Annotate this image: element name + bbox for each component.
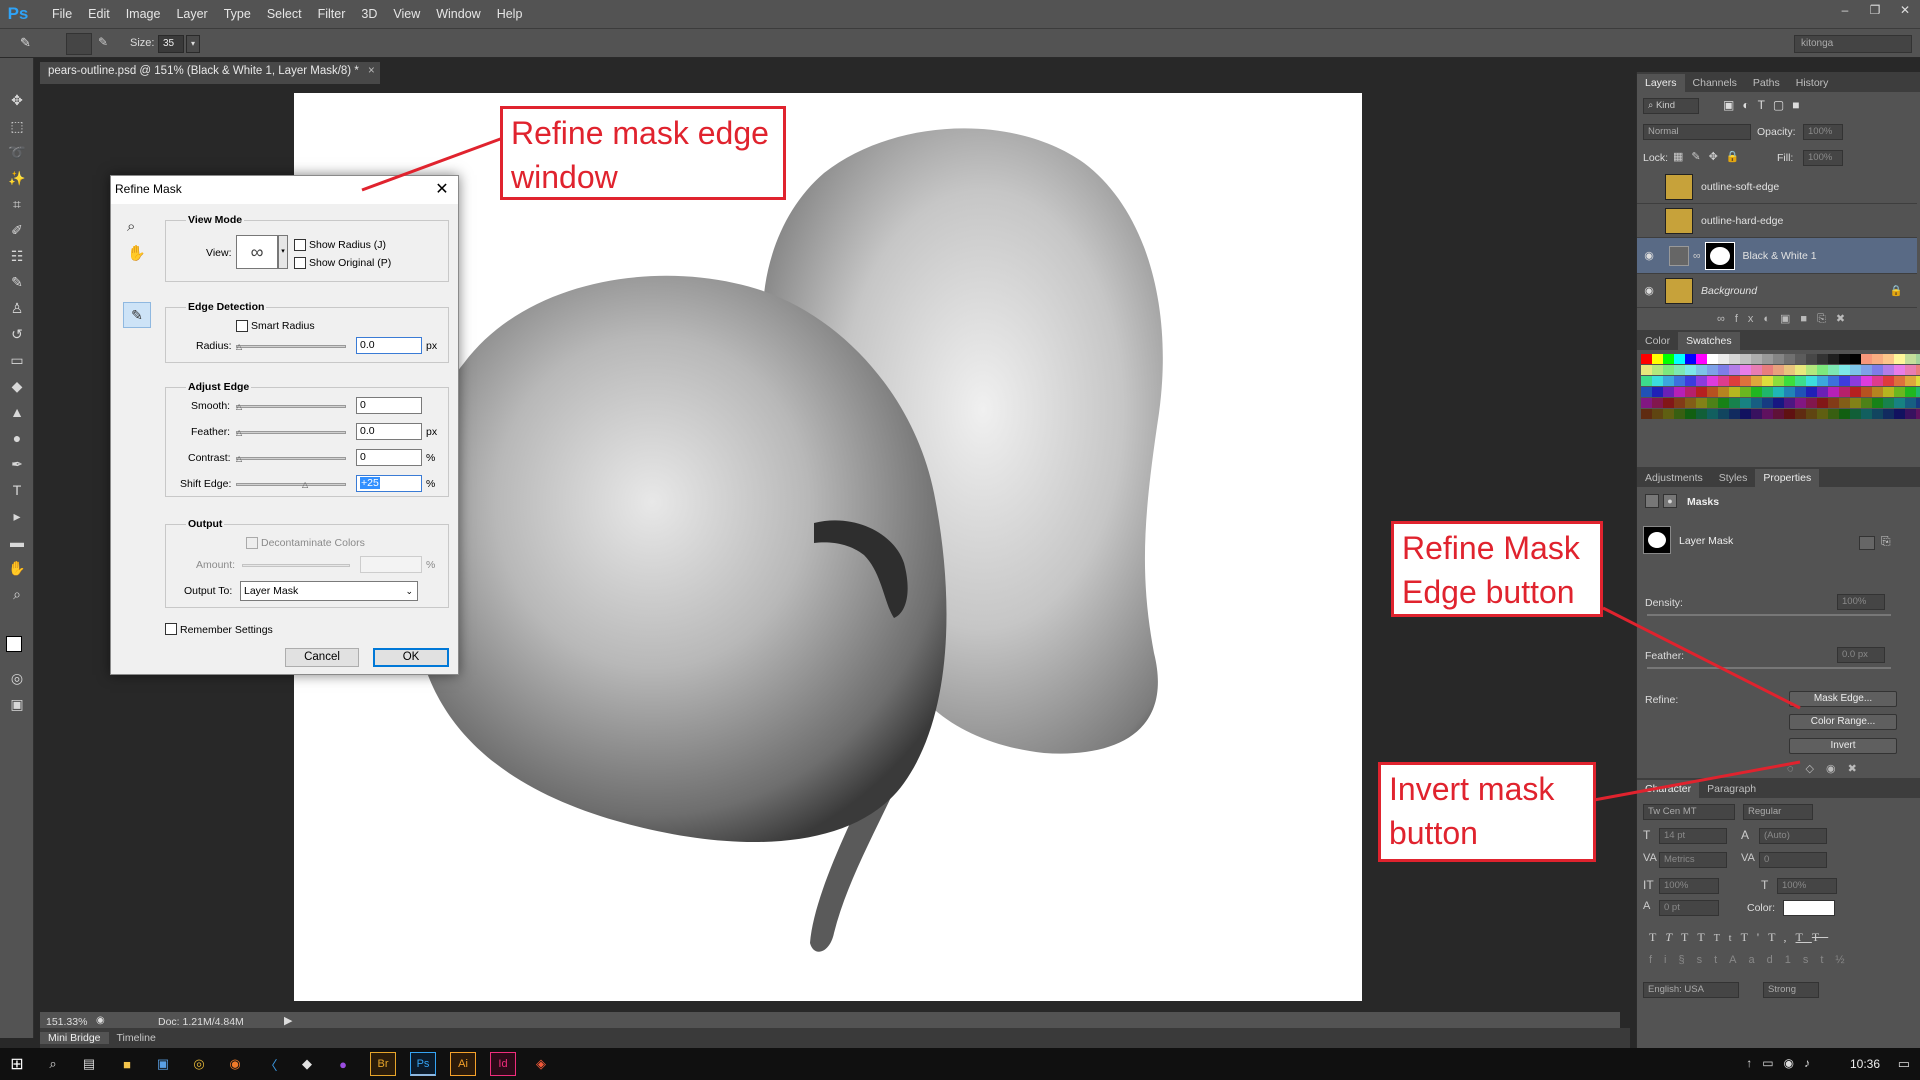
media-icon[interactable]: ● [330,1052,356,1076]
start-icon[interactable]: ⊞ [4,1052,30,1076]
store-icon[interactable]: ▣ [150,1052,176,1076]
vscode-icon[interactable]: 〈 [258,1052,284,1076]
windows-taskbar: ⊞ ⌕ ▤ ■ ▣ ◎ ◉ 〈 ◆ ● Br Ps Ai Id ◈ ↑▭◉♪ 1… [0,1048,1920,1080]
callout-refine-window: Refine mask edge window [500,106,786,200]
task-view-icon[interactable]: ▤ [76,1052,102,1076]
clock[interactable]: 10:36 [1850,1057,1880,1071]
figma-icon[interactable]: ◈ [528,1052,554,1076]
notification-icon[interactable]: ▭ [1898,1056,1910,1072]
chrome-icon[interactable]: ◎ [186,1052,212,1076]
firefox-icon[interactable]: ◉ [222,1052,248,1076]
illustrator-icon[interactable]: Ai [450,1052,476,1076]
callout-refine-button: Refine Mask Edge button [1391,521,1603,617]
callout-invert-button: Invert mask button [1378,762,1596,862]
file-explorer-icon[interactable]: ■ [114,1052,140,1076]
bridge-icon[interactable]: Br [370,1052,396,1076]
sourcetree-icon[interactable]: ◆ [294,1052,320,1076]
annotation-arrows [361,136,1801,802]
indesign-icon[interactable]: Id [490,1052,516,1076]
tray-icons[interactable]: ↑▭◉♪ [1746,1056,1820,1070]
search-icon[interactable]: ⌕ [40,1052,66,1076]
photoshop-taskbar-icon[interactable]: Ps [410,1052,436,1076]
